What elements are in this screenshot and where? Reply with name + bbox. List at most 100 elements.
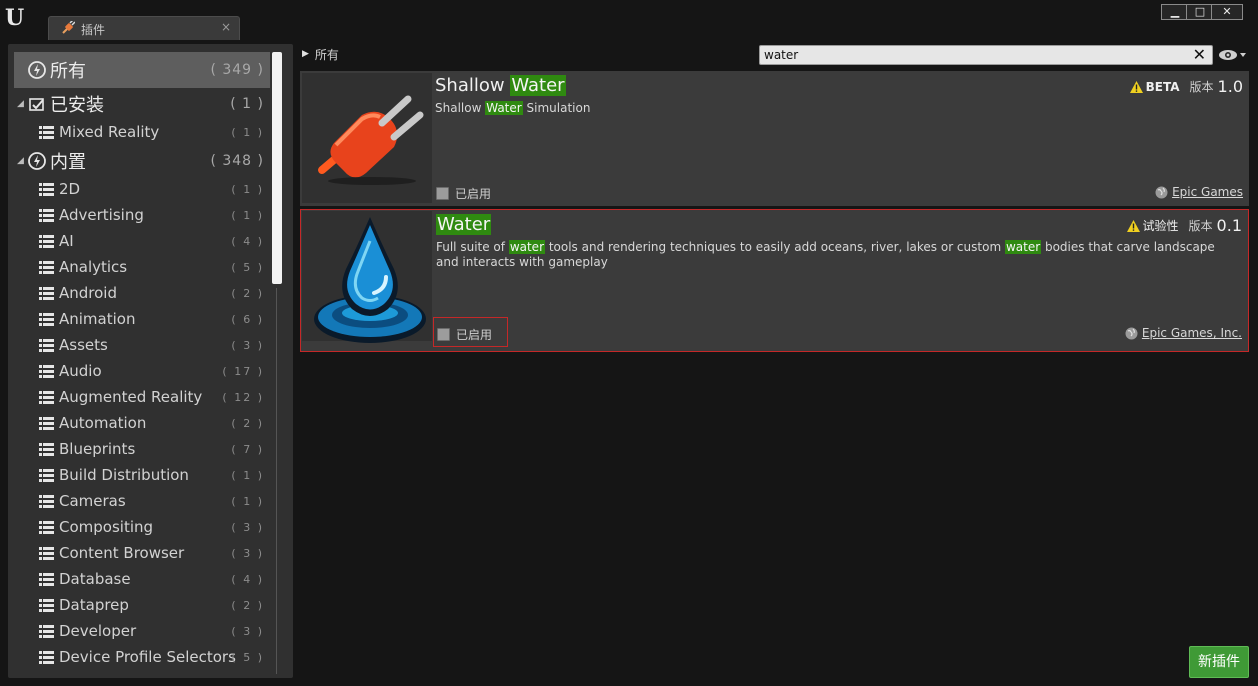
category-label: Analytics bbox=[59, 258, 128, 276]
beta-badge: BETA bbox=[1145, 79, 1180, 94]
scrollbar-thumb[interactable] bbox=[272, 52, 282, 284]
category-count: ( 12 ) bbox=[222, 390, 264, 404]
list-icon bbox=[39, 573, 54, 586]
category-label: Assets bbox=[59, 336, 108, 354]
checkbox-box[interactable] bbox=[436, 187, 449, 200]
maximize-button[interactable]: □ bbox=[1186, 4, 1214, 20]
list-icon bbox=[39, 521, 54, 534]
water-drop-icon bbox=[314, 217, 426, 343]
plugin-thumbnail bbox=[302, 211, 432, 343]
category-count: ( 3 ) bbox=[231, 546, 264, 560]
category-count: ( 7 ) bbox=[231, 442, 264, 456]
category-item[interactable]: Dataprep ( 2 ) bbox=[14, 592, 270, 618]
category-item[interactable]: Build Distribution ( 1 ) bbox=[14, 462, 270, 488]
category-count: ( 4 ) bbox=[231, 234, 264, 248]
category-count: ( 4 ) bbox=[231, 572, 264, 586]
list-icon bbox=[39, 547, 54, 560]
category-group-0[interactable]: ◢ 已安装 ( 1 ) bbox=[14, 88, 270, 119]
title-bar: U 插件 × ▁ □ ✕ bbox=[0, 0, 1258, 40]
category-label: Automation bbox=[59, 414, 147, 432]
clear-search-icon[interactable]: ✕ bbox=[1193, 45, 1206, 64]
list-icon bbox=[39, 126, 54, 139]
minimize-button[interactable]: ▁ bbox=[1161, 4, 1189, 20]
category-item[interactable]: 2D ( 1 ) bbox=[14, 176, 270, 202]
category-count: ( 3 ) bbox=[231, 338, 264, 352]
category-count: ( 349 ) bbox=[210, 62, 264, 78]
category-count: ( 1 ) bbox=[231, 125, 264, 139]
enabled-checkbox[interactable]: 已启用 bbox=[436, 185, 491, 202]
creator-name[interactable]: Epic Games bbox=[1172, 185, 1243, 199]
list-icon bbox=[39, 261, 54, 274]
collapse-arrow-icon[interactable]: ◢ bbox=[17, 156, 24, 166]
creator-link[interactable]: Epic Games, Inc. bbox=[1125, 326, 1242, 340]
plugin-thumbnail bbox=[302, 73, 432, 203]
list-icon bbox=[39, 183, 54, 196]
category-item[interactable]: Cameras ( 1 ) bbox=[14, 488, 270, 514]
category-item[interactable]: Database ( 4 ) bbox=[14, 566, 270, 592]
category-label: Mixed Reality bbox=[59, 123, 160, 141]
list-icon bbox=[39, 365, 54, 378]
category-count: ( 1 ) bbox=[230, 95, 264, 112]
category-label: Build Distribution bbox=[59, 466, 189, 484]
category-group-1[interactable]: ◢ 内置 ( 348 ) bbox=[14, 145, 270, 176]
plug-icon bbox=[318, 95, 424, 185]
warning-icon bbox=[1129, 80, 1143, 93]
category-label: 2D bbox=[59, 180, 81, 198]
category-item[interactable]: Assets ( 3 ) bbox=[14, 332, 270, 358]
category-item[interactable]: Blueprints ( 7 ) bbox=[14, 436, 270, 462]
close-window-button[interactable]: ✕ bbox=[1211, 4, 1243, 20]
category-count: ( 1 ) bbox=[231, 494, 264, 508]
category-all[interactable]: 所有 ( 349 ) bbox=[14, 52, 270, 88]
category-scrollbar[interactable] bbox=[272, 52, 282, 674]
category-count: ( 1 ) bbox=[231, 182, 264, 196]
category-count: ( 1 ) bbox=[231, 468, 264, 482]
list-icon bbox=[39, 391, 54, 404]
unreal-logo: U bbox=[5, 5, 25, 31]
category-label: 所有 bbox=[50, 61, 86, 82]
creator-name[interactable]: Epic Games, Inc. bbox=[1142, 326, 1242, 340]
category-item[interactable]: Animation ( 6 ) bbox=[14, 306, 270, 332]
category-item[interactable]: Content Browser ( 3 ) bbox=[14, 540, 270, 566]
category-label: AI bbox=[59, 232, 74, 250]
creator-link[interactable]: Epic Games bbox=[1155, 185, 1243, 199]
category-item[interactable]: AI ( 4 ) bbox=[14, 228, 270, 254]
plugin-card-shallow-water[interactable]: Shallow Water Shallow Water Simulation B… bbox=[300, 71, 1249, 206]
category-label: Content Browser bbox=[59, 544, 185, 562]
version-number: 1.0 bbox=[1217, 77, 1243, 96]
category-label: Animation bbox=[59, 310, 136, 328]
list-icon bbox=[39, 443, 54, 456]
version-label: 版本 bbox=[1188, 219, 1213, 233]
collapse-arrow-icon[interactable]: ◢ bbox=[17, 99, 24, 109]
category-label: 内置 bbox=[50, 151, 86, 173]
category-item[interactable]: Android ( 2 ) bbox=[14, 280, 270, 306]
tab-plugins[interactable]: 插件 × bbox=[48, 16, 240, 40]
plugin-description: Full suite of water tools and rendering … bbox=[436, 240, 1215, 269]
category-item[interactable]: Device Profile Selectors( 5 ) bbox=[14, 644, 270, 670]
category-panel: 所有 ( 349 ) ◢ 已安装 ( 1 ) Mixed Reality ( 1 ) ◢ 内置 (… bbox=[8, 44, 293, 678]
tab-close-button[interactable]: × bbox=[221, 20, 231, 34]
category-label: Compositing bbox=[59, 518, 154, 536]
category-item[interactable]: Automation ( 2 ) bbox=[14, 410, 270, 436]
category-item[interactable]: Audio ( 17 ) bbox=[14, 358, 270, 384]
enabled-checkbox-highlight bbox=[433, 317, 508, 347]
enabled-label: 已启用 bbox=[455, 187, 492, 201]
category-item[interactable]: Analytics ( 5 ) bbox=[14, 254, 270, 280]
category-count: ( 3 ) bbox=[231, 624, 264, 638]
list-icon bbox=[39, 209, 54, 222]
plugin-version-info: BETA 版本 1.0 bbox=[1129, 77, 1243, 96]
list-icon bbox=[39, 625, 54, 638]
category-item[interactable]: Advertising ( 1 ) bbox=[14, 202, 270, 228]
installed-icon bbox=[29, 97, 44, 111]
eye-icon[interactable] bbox=[1218, 47, 1250, 63]
breadcrumb[interactable]: ▶ 所有 bbox=[302, 46, 339, 62]
category-item[interactable]: Compositing ( 3 ) bbox=[14, 514, 270, 540]
breadcrumb-arrow-icon: ▶ bbox=[302, 49, 309, 59]
category-item[interactable]: Developer ( 3 ) bbox=[14, 618, 270, 644]
category-item[interactable]: Augmented Reality ( 12 ) bbox=[14, 384, 270, 410]
new-plugin-button[interactable]: 新插件 bbox=[1189, 646, 1249, 678]
category-label: Cameras bbox=[59, 492, 126, 510]
globe-icon bbox=[1125, 327, 1138, 339]
search-input[interactable] bbox=[764, 47, 1184, 63]
category-item[interactable]: Mixed Reality ( 1 ) bbox=[14, 119, 270, 145]
category-count: ( 348 ) bbox=[210, 152, 264, 169]
